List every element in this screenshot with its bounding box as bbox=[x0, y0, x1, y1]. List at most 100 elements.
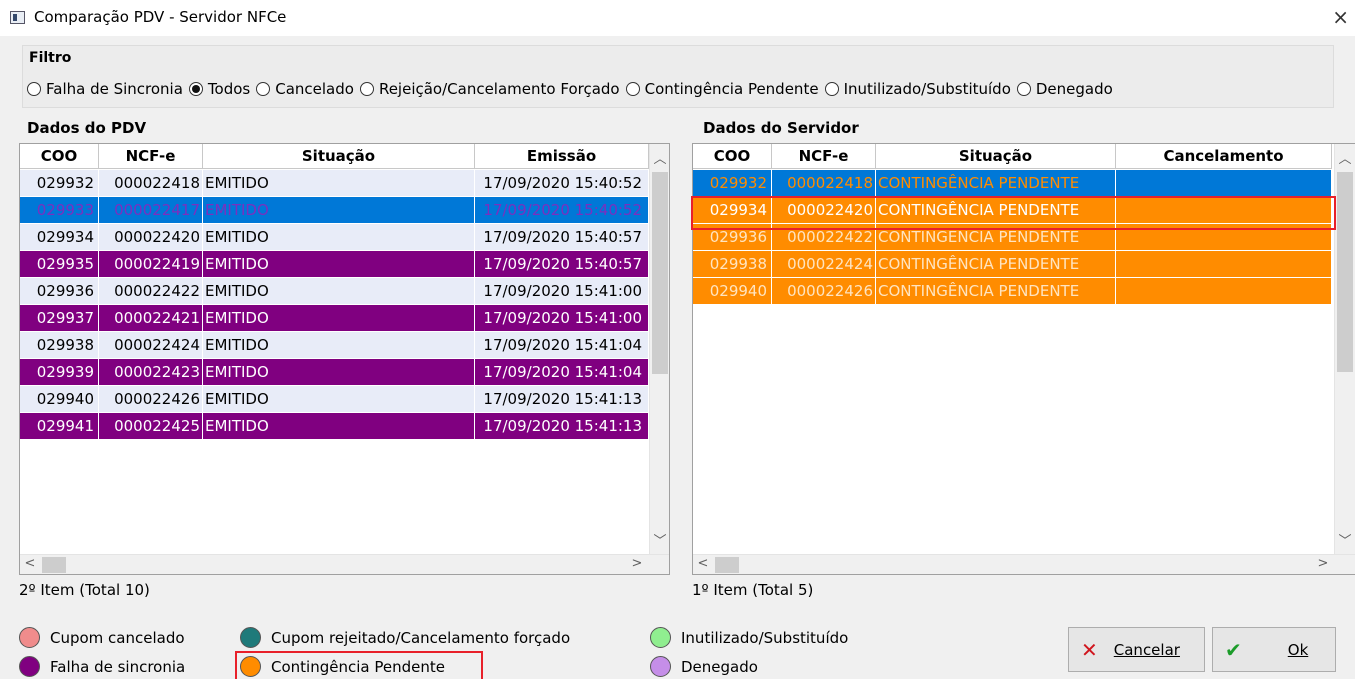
filter-radio-label: Contingência Pendente bbox=[644, 80, 819, 98]
scroll-up-icon[interactable]: ︿ bbox=[1337, 148, 1353, 167]
filter-radio-3[interactable]: Rejeição/Cancelamento Forçado bbox=[359, 80, 620, 98]
column-header[interactable]: COO bbox=[20, 144, 99, 168]
cell-ncfe: 000022418 bbox=[772, 170, 876, 196]
legend-label: Cupom cancelado bbox=[50, 628, 185, 647]
legend-inutilizado: Inutilizado/Substituído bbox=[650, 627, 848, 648]
cell-situacao: EMITIDO bbox=[203, 197, 475, 223]
cancel-button[interactable]: ✕ Cancelar bbox=[1068, 627, 1205, 672]
scroll-thumb[interactable] bbox=[715, 557, 739, 573]
table-row[interactable]: 029938 000022424 EMITIDO 17/09/2020 15:41:0… bbox=[20, 332, 649, 359]
cell-situacao: EMITIDO bbox=[203, 224, 475, 250]
cell-coo: 029937 bbox=[20, 305, 99, 331]
cell-emissao: 17/09/2020 15:41:13 bbox=[475, 413, 649, 439]
column-header[interactable]: Cancelamento bbox=[1116, 144, 1332, 168]
legend-dot-icon bbox=[19, 627, 40, 648]
server-grid-header: COO NCF-e Situação Cancelamento bbox=[693, 144, 1332, 169]
title-bar: Comparação PDV - Servidor NFCe × bbox=[0, 0, 1355, 36]
cell-situacao: CONTINGÊNCIA PENDENTE bbox=[876, 170, 1116, 196]
radio-unchecked-icon[interactable] bbox=[824, 82, 839, 96]
cell-coo: 029936 bbox=[20, 278, 99, 304]
cell-coo: 029938 bbox=[20, 332, 99, 358]
legend-label: Denegado bbox=[681, 657, 758, 676]
pdv-grid-rows: 029932 000022418 EMITIDO 17/09/2020 15:40:5… bbox=[20, 170, 649, 440]
table-row[interactable]: 029932 000022418 CONTINGÊNCIA PENDENTE bbox=[693, 170, 1332, 197]
column-header[interactable]: NCF-e bbox=[99, 144, 203, 168]
server-horizontal-scrollbar[interactable]: < > bbox=[693, 554, 1355, 574]
filter-radio-label: Rejeição/Cancelamento Forçado bbox=[378, 80, 620, 98]
table-row[interactable]: 029938 000022424 CONTINGÊNCIA PENDENTE bbox=[693, 251, 1332, 278]
scroll-down-icon[interactable]: ﹀ bbox=[652, 530, 668, 549]
cell-coo: 029932 bbox=[693, 170, 772, 196]
cell-cancelamento bbox=[1116, 278, 1332, 304]
cell-emissao: 17/09/2020 15:41:13 bbox=[475, 386, 649, 412]
radio-unchecked-icon[interactable] bbox=[359, 82, 374, 96]
cell-situacao: EMITIDO bbox=[203, 305, 475, 331]
cell-situacao: EMITIDO bbox=[203, 332, 475, 358]
cell-situacao: CONTINGÊNCIA PENDENTE bbox=[876, 251, 1116, 277]
app-icon bbox=[10, 11, 25, 24]
pdv-status: 2º Item (Total 10) bbox=[19, 581, 150, 599]
legend-dot-icon bbox=[240, 627, 261, 648]
table-row[interactable]: 029932 000022418 EMITIDO 17/09/2020 15:40:5… bbox=[20, 170, 649, 197]
legend-denegado: Denegado bbox=[650, 656, 758, 677]
cell-coo: 029940 bbox=[20, 386, 99, 412]
table-row[interactable]: 029934 000022420 EMITIDO 17/09/2020 15:40:5… bbox=[20, 224, 649, 251]
scroll-thumb[interactable] bbox=[1337, 172, 1353, 372]
cell-ncfe: 000022426 bbox=[99, 386, 203, 412]
table-row[interactable]: 029940 000022426 EMITIDO 17/09/2020 15:41:1… bbox=[20, 386, 649, 413]
radio-checked-icon[interactable] bbox=[188, 82, 203, 96]
scroll-right-icon[interactable]: > bbox=[1315, 556, 1331, 571]
close-icon[interactable]: × bbox=[1332, 5, 1349, 29]
scroll-left-icon[interactable]: < bbox=[22, 556, 38, 571]
filter-radio-label: Denegado bbox=[1035, 80, 1113, 98]
server-vertical-scrollbar[interactable]: ︿ ﹀ bbox=[1334, 144, 1355, 554]
table-row[interactable]: 029940 000022426 CONTINGÊNCIA PENDENTE bbox=[693, 278, 1332, 305]
cell-situacao: CONTINGÊNCIA PENDENTE bbox=[876, 278, 1116, 304]
pdv-grid[interactable]: COO NCF-e Situação Emissão 029932 000022418 E… bbox=[19, 143, 670, 575]
column-header[interactable]: NCF-e bbox=[772, 144, 876, 168]
scroll-left-icon[interactable]: < bbox=[695, 556, 711, 571]
legend-label: Inutilizado/Substituído bbox=[681, 628, 849, 647]
cell-coo: 029935 bbox=[20, 251, 99, 277]
table-row[interactable]: 029935 000022419 EMITIDO 17/09/2020 15:40:5… bbox=[20, 251, 649, 278]
filter-radio-6[interactable]: Denegado bbox=[1016, 80, 1113, 98]
column-header[interactable]: Situação bbox=[203, 144, 475, 168]
cell-ncfe: 000022426 bbox=[772, 278, 876, 304]
filter-radio-2[interactable]: Cancelado bbox=[256, 80, 354, 98]
ok-button[interactable]: ✔ Ok bbox=[1212, 627, 1336, 672]
filter-radio-1[interactable]: Todos bbox=[188, 80, 251, 98]
radio-unchecked-icon[interactable] bbox=[625, 82, 640, 96]
table-row[interactable]: 029941 000022425 EMITIDO 17/09/2020 15:41:1… bbox=[20, 413, 649, 440]
column-header[interactable]: Emissão bbox=[475, 144, 649, 168]
cell-ncfe: 000022424 bbox=[99, 332, 203, 358]
table-row[interactable]: 029933 000022417 EMITIDO 17/09/2020 15:40:5… bbox=[20, 197, 649, 224]
pdv-grid-header: COO NCF-e Situação Emissão bbox=[20, 144, 649, 169]
table-row[interactable]: 029937 000022421 EMITIDO 17/09/2020 15:41:0… bbox=[20, 305, 649, 332]
table-row[interactable]: 029936 000022422 EMITIDO 17/09/2020 15:41:0… bbox=[20, 278, 649, 305]
legend-label: Cupom rejeitado/Cancelamento forçado bbox=[271, 628, 571, 647]
filter-radio-4[interactable]: Contingência Pendente bbox=[625, 80, 819, 98]
legend-highlight-frame bbox=[235, 651, 483, 679]
filter-radio-5[interactable]: Inutilizado/Substituído bbox=[824, 80, 1011, 98]
filter-radio-0[interactable]: Falha de Sincronia bbox=[27, 80, 183, 98]
cell-emissao: 17/09/2020 15:40:57 bbox=[475, 251, 649, 277]
scroll-up-icon[interactable]: ︿ bbox=[652, 148, 668, 167]
pdv-vertical-scrollbar[interactable]: ︿ ﹀ bbox=[649, 144, 669, 554]
cell-situacao: EMITIDO bbox=[203, 386, 475, 412]
radio-unchecked-icon[interactable] bbox=[1016, 82, 1031, 96]
column-header[interactable]: COO bbox=[693, 144, 772, 168]
check-icon: ✔ bbox=[1225, 637, 1242, 662]
column-header[interactable]: Situação bbox=[876, 144, 1116, 168]
radio-unchecked-icon[interactable] bbox=[27, 82, 41, 96]
cell-situacao: EMITIDO bbox=[203, 278, 475, 304]
radio-unchecked-icon[interactable] bbox=[256, 82, 271, 96]
cell-coo: 029939 bbox=[20, 359, 99, 385]
scroll-down-icon[interactable]: ﹀ bbox=[1337, 530, 1353, 549]
scroll-right-icon[interactable]: > bbox=[629, 556, 645, 571]
cell-coo: 029934 bbox=[20, 224, 99, 250]
scroll-thumb[interactable] bbox=[652, 172, 668, 374]
pdv-horizontal-scrollbar[interactable]: < > bbox=[20, 554, 669, 574]
filter-radio-label: Todos bbox=[207, 80, 251, 98]
table-row[interactable]: 029939 000022423 EMITIDO 17/09/2020 15:41:0… bbox=[20, 359, 649, 386]
scroll-thumb[interactable] bbox=[42, 557, 66, 573]
